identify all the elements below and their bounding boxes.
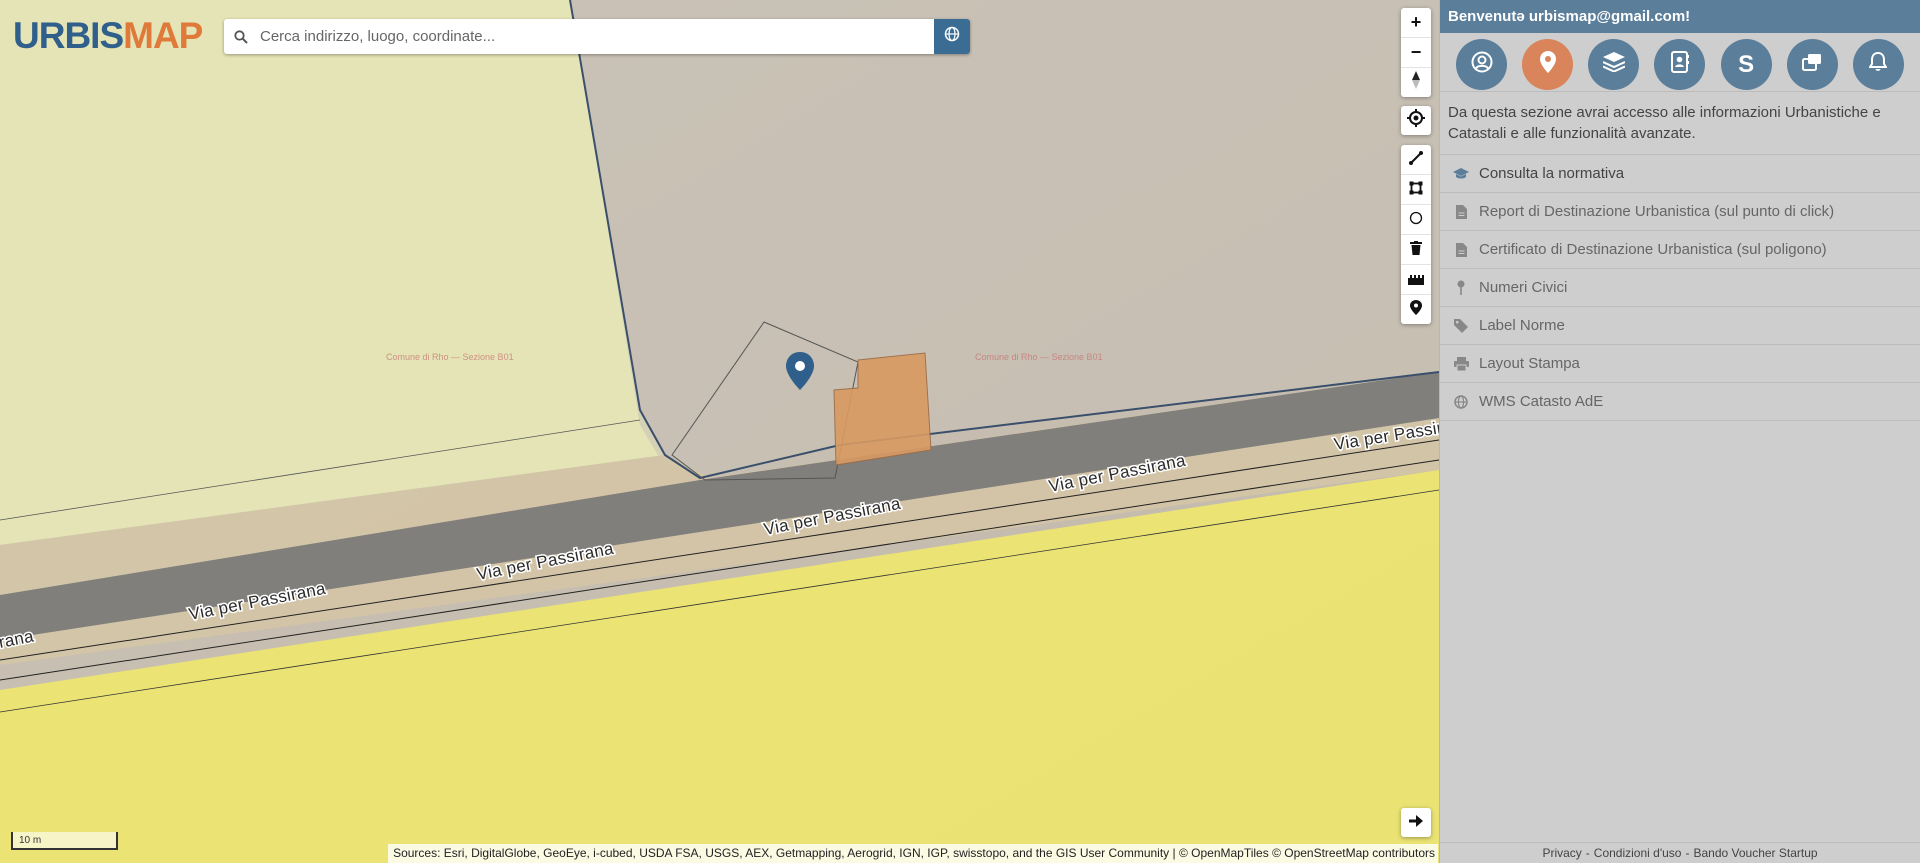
nav-layers-button[interactable]	[1588, 39, 1640, 90]
map-pin-icon	[1451, 280, 1471, 295]
map-view[interactable]: Via per Passirana Via per Passirana Via …	[0, 0, 1439, 863]
map-attribution: Sources: Esri, DigitalGlobe, GeoEye, i-c…	[388, 844, 1438, 863]
search-icon	[224, 29, 258, 44]
measure-circle-button[interactable]	[1401, 205, 1431, 235]
measure-circle-icon	[1409, 209, 1423, 230]
measure-area-icon	[1409, 179, 1423, 200]
search-bar	[224, 19, 970, 54]
compass-icon	[1410, 70, 1422, 95]
zoom-out-button[interactable]: −	[1401, 38, 1431, 68]
terms-link[interactable]: Condizioni d'uso	[1594, 846, 1682, 860]
user-icon	[1471, 51, 1493, 78]
scale-bar: 10 m	[11, 832, 118, 850]
welcome-header: Benvenutə urbismap@gmail.com!	[1440, 0, 1920, 33]
measure-area-button[interactable]	[1401, 175, 1431, 205]
file-icon	[1451, 204, 1471, 219]
menu-item-report[interactable]: Report di Destinazione Urbanistica (sul …	[1440, 193, 1920, 231]
locate-control	[1401, 106, 1431, 135]
printer-icon	[1451, 356, 1471, 371]
draw-controls	[1401, 145, 1431, 324]
menu-item-wms-catasto[interactable]: WMS Catasto AdE	[1440, 383, 1920, 421]
menu-item-normativa[interactable]: Consulta la normativa	[1440, 155, 1920, 193]
map-canvas[interactable]: Via per Passirana Via per Passirana Via …	[0, 0, 1439, 863]
bell-icon	[1868, 51, 1889, 77]
nav-windows-button[interactable]	[1786, 39, 1838, 90]
nav-user-button[interactable]	[1456, 39, 1507, 90]
menu-item-label: Numeri Civici	[1479, 279, 1568, 296]
menu-item-layout-stampa[interactable]: Layout Stampa	[1440, 345, 1920, 383]
globe-icon	[944, 26, 960, 47]
voucher-link[interactable]: Bando Voucher Startup	[1693, 846, 1817, 860]
sidebar-footer: Privacy - Condizioni d'uso - Bando Voucher S…	[1440, 842, 1920, 863]
arrow-right-icon	[1409, 814, 1423, 832]
compass-button[interactable]	[1401, 68, 1431, 97]
footer-separator: -	[1685, 846, 1690, 860]
graduation-cap-icon	[1451, 167, 1471, 180]
pin-icon	[1410, 299, 1422, 320]
locate-button[interactable]	[1401, 106, 1431, 135]
trash-icon	[1410, 239, 1422, 260]
privacy-link[interactable]: Privacy	[1542, 846, 1581, 860]
footer-separator: -	[1585, 846, 1590, 860]
s-icon: S	[1738, 50, 1755, 78]
globe-button[interactable]	[934, 19, 970, 54]
menu-item-label: Layout Stampa	[1479, 355, 1580, 372]
zoom-controls: + −	[1401, 8, 1431, 97]
layers-icon	[1602, 52, 1626, 77]
menu-item-numeri-civici[interactable]: Numeri Civici	[1440, 269, 1920, 307]
zone-green	[0, 0, 665, 545]
menu-item-certificato[interactable]: Certificato di Destinazione Urbanistica …	[1440, 231, 1920, 269]
contact-book-icon	[1670, 51, 1689, 78]
logo-part-2: MAP	[123, 15, 203, 56]
nav-map-marker-button[interactable]	[1522, 39, 1574, 90]
globe-icon	[1451, 394, 1471, 409]
trash-button[interactable]	[1401, 235, 1431, 265]
zoom-in-button[interactable]: +	[1401, 8, 1431, 38]
menu-item-label: Consulta la normativa	[1479, 165, 1625, 182]
menu-item-label: Label Norme	[1479, 317, 1565, 334]
parcel-label: Comune di Rho — Sezione B01	[386, 352, 514, 362]
measure-line-button[interactable]	[1401, 145, 1431, 175]
ruler-button[interactable]	[1401, 265, 1431, 295]
nav-contacts-button[interactable]	[1654, 39, 1706, 90]
parcel-label: Comune di Rho — Sezione B01	[975, 352, 1103, 362]
nav-bell-button[interactable]	[1852, 39, 1904, 90]
file-icon	[1451, 242, 1471, 257]
locate-icon	[1407, 109, 1425, 132]
sidebar-intro: Da questa sezione avrai accesso alle inf…	[1440, 92, 1920, 155]
nav-s-button[interactable]: S	[1720, 39, 1772, 90]
menu-item-label: Certificato di Destinazione Urbanistica …	[1479, 241, 1827, 258]
menu-item-label-norme[interactable]: Label Norme	[1440, 307, 1920, 345]
windows-icon	[1802, 53, 1822, 76]
tag-icon	[1451, 318, 1471, 333]
pin-button[interactable]	[1401, 295, 1431, 324]
menu-item-label: WMS Catasto AdE	[1479, 393, 1604, 410]
ruler-icon	[1408, 269, 1424, 290]
search-input[interactable]	[258, 19, 970, 54]
measure-line-icon	[1409, 149, 1423, 170]
sidebar-nav: S	[1440, 33, 1920, 92]
logo-part-1: URBIS	[13, 15, 124, 56]
menu-item-label: Report di Destinazione Urbanistica (sul …	[1479, 203, 1835, 220]
sidebar: Benvenutə urbismap@gmail.com! S Da quest…	[1439, 0, 1920, 863]
expand-sidebar-button[interactable]	[1401, 808, 1431, 837]
urbismap-logo[interactable]: URBIS MAP	[13, 14, 203, 58]
map-marker-icon	[1539, 51, 1556, 78]
